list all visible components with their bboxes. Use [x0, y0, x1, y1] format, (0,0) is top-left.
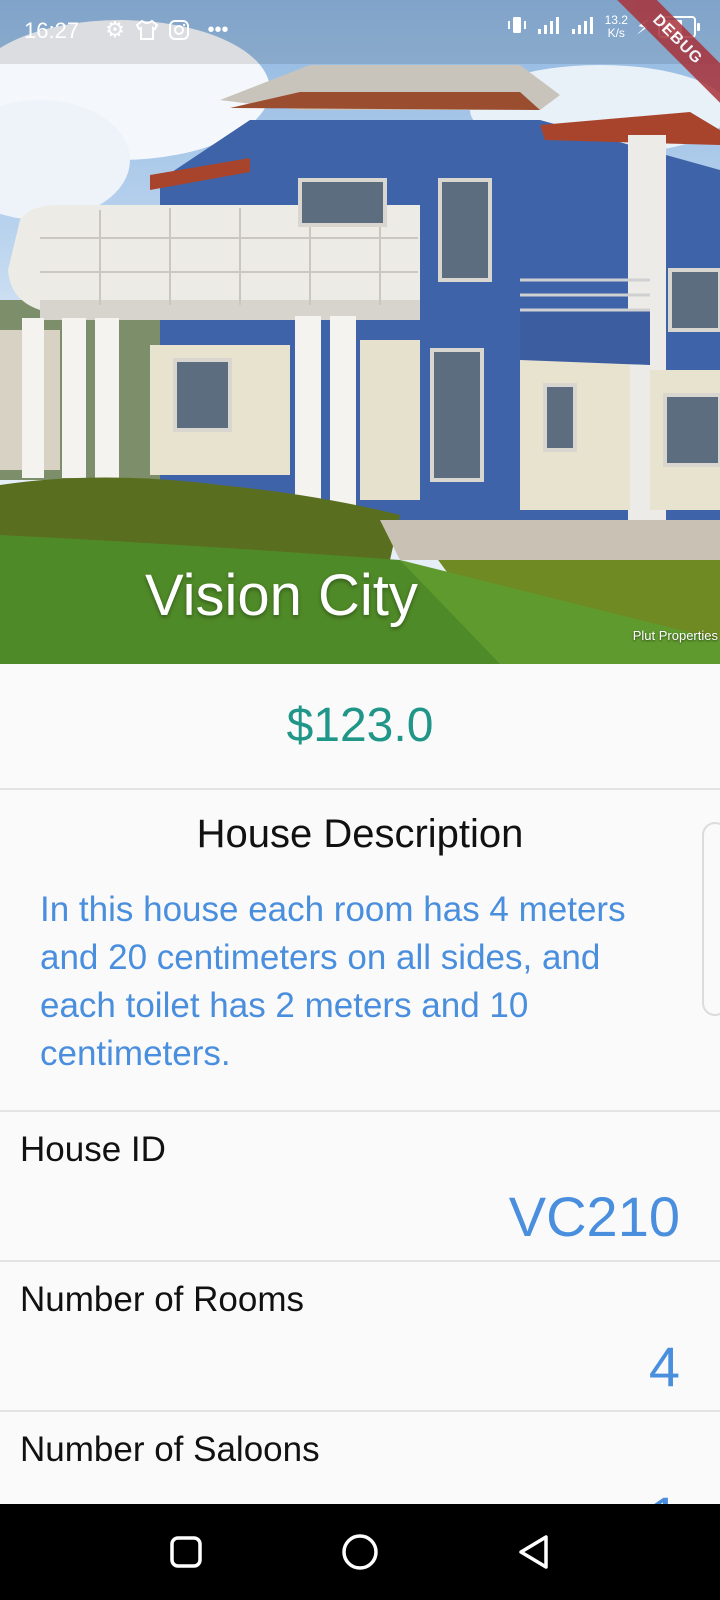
more-dots-icon: ••• — [207, 19, 229, 41]
hero-image: Vision City Plut Properties — [0, 0, 720, 664]
recents-square-icon[interactable] — [166, 1532, 206, 1572]
edge-panel-handle[interactable] — [702, 822, 720, 1016]
status-bar: 16:27 ⚙ ••• 13.2 K/s ⚡ — [0, 0, 720, 64]
detail-row-house-id: House ID VC210 — [0, 1112, 720, 1262]
instagram-icon — [166, 17, 192, 43]
network-speed-unit: K/s — [607, 26, 625, 40]
hero-title: Vision City — [145, 563, 418, 628]
home-circle-icon[interactable] — [340, 1532, 380, 1572]
detail-label: House ID — [20, 1130, 166, 1169]
price-row: $123.0 — [0, 664, 720, 790]
gear-icon: ⚙ — [105, 17, 125, 42]
detail-label: Number of Rooms — [20, 1280, 304, 1319]
detail-value: 4 — [648, 1335, 680, 1398]
navigation-bar — [0, 1504, 720, 1600]
description-text: In this house each room has 4 meters and… — [40, 890, 626, 1073]
signal-icon — [537, 15, 563, 40]
detail-row-rooms: Number of Rooms 4 — [0, 1262, 720, 1412]
detail-value: VC210 — [508, 1185, 680, 1248]
signal-icon-2 — [571, 15, 597, 40]
photo-credit: Plut Properties — [632, 628, 718, 643]
price: $123.0 — [286, 699, 434, 752]
back-triangle-icon[interactable] — [514, 1532, 554, 1572]
notification-icons: ⚙ ••• — [102, 17, 238, 43]
description-title: House Description — [196, 812, 524, 856]
vibrate-icon — [505, 15, 529, 40]
clock: 16:27 — [24, 18, 80, 43]
description-section: House Description In this house each roo… — [0, 790, 720, 1112]
network-speed: 13.2 K/s — [605, 14, 628, 40]
shirt-icon — [134, 17, 160, 43]
detail-label: Number of Saloons — [20, 1430, 320, 1469]
